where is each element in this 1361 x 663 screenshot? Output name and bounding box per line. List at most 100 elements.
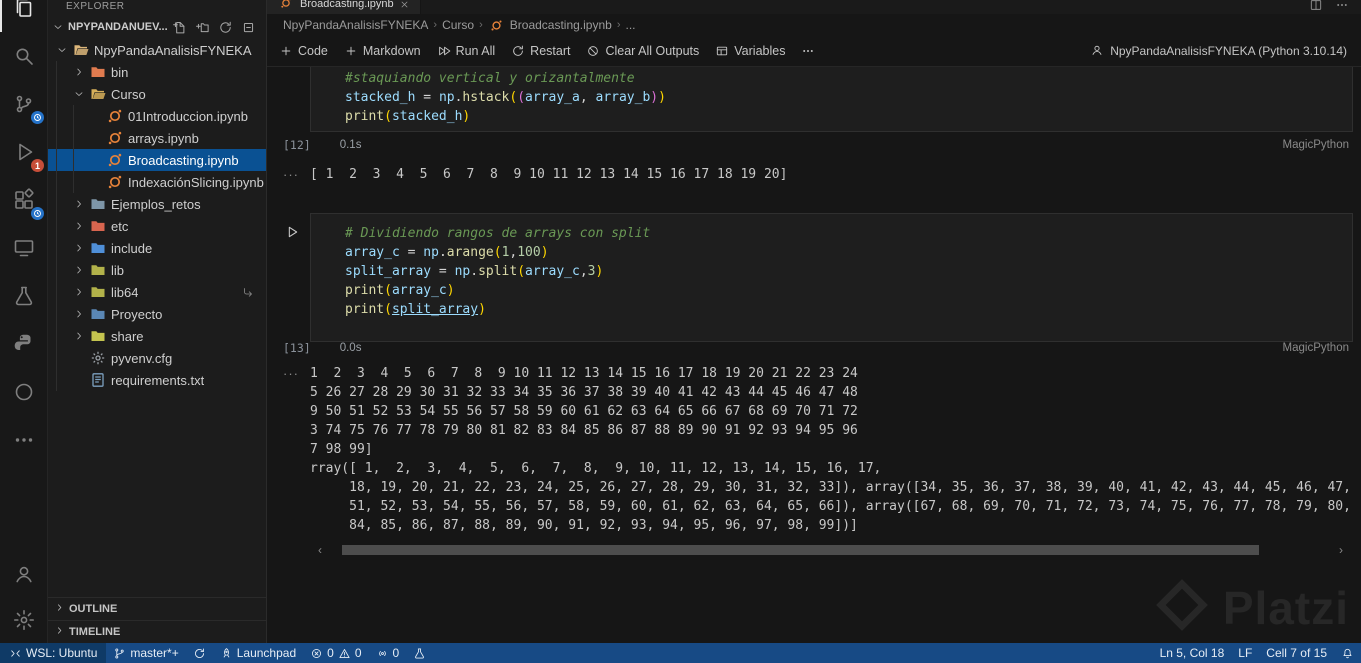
run-all-label: Run All (455, 44, 496, 58)
remote-indicator-label: WSL: Ubuntu (26, 646, 98, 660)
breadcrumb-npypandaanalisisfyneka[interactable]: NpyPandaAnalisisFYNEKA (283, 18, 428, 32)
activitybar-accounts[interactable] (0, 551, 47, 597)
tree-item-indexaci-nslicing-ipynb[interactable]: IndexaciónSlicing.ipynb (48, 171, 266, 193)
close-icon[interactable] (399, 0, 410, 10)
timeline-panel-header[interactable]: TIMELINE (48, 620, 266, 643)
statusbar-problems[interactable]: 00 (303, 643, 368, 663)
cell-language[interactable]: MagicPython (1283, 139, 1349, 151)
code-line: print(array_c) (345, 283, 455, 298)
tree-item-bin[interactable]: bin (48, 61, 266, 83)
activitybar-more-views[interactable] (0, 416, 47, 464)
split-editor-icon[interactable] (1309, 0, 1323, 12)
tree-item-ejemplos-retos[interactable]: Ejemplos_retos (48, 193, 266, 215)
tree-item-requirements-txt[interactable]: requirements.txt (48, 369, 266, 391)
activity-bar: 1 (0, 0, 48, 643)
output-menu-icon[interactable]: ··· (283, 364, 310, 383)
code-cell-editor[interactable]: #staquiando vertical y orizantalmente sta… (310, 67, 1353, 132)
activitybar-source-control[interactable] (0, 80, 47, 128)
chev-right-icon (54, 625, 65, 636)
activitybar-remote-explorer[interactable] (0, 224, 47, 272)
new-folder-icon[interactable] (195, 20, 210, 35)
chevron-right-icon (73, 198, 89, 210)
statusbar-sync-changes[interactable] (186, 643, 213, 663)
statusbar-remote-indicator[interactable]: WSL: Ubuntu (0, 643, 107, 663)
statusbar-cursor-position[interactable]: Ln 5, Col 18 (1153, 643, 1232, 663)
breadcrumb-curso[interactable]: Curso (442, 18, 474, 32)
tree-item-arrays-ipynb[interactable]: arrays.ipynb (48, 127, 266, 149)
run-icon (284, 224, 300, 240)
indent-guide (73, 105, 90, 127)
statusbar-testing-status[interactable] (406, 643, 433, 663)
activitybar-explorer[interactable] (0, 0, 47, 32)
scrollbar-track[interactable] (326, 544, 1335, 556)
add-markdown-cell-button[interactable]: Markdown (344, 44, 421, 58)
tab-broadcasting-ipynb[interactable]: Broadcasting.ipynb (267, 0, 421, 14)
scroll-left-arrow[interactable]: ‹ (314, 544, 326, 556)
tree-item-broadcasting-ipynb[interactable]: Broadcasting.ipynb (48, 149, 266, 171)
activitybar-testing[interactable] (0, 272, 47, 320)
tree-item-pyvenv-cfg[interactable]: pyvenv.cfg (48, 347, 266, 369)
problems-label: 0 (327, 646, 334, 660)
activitybar-extensions[interactable] (0, 176, 47, 224)
folder-icon (89, 240, 107, 256)
tab-bar: Broadcasting.ipynb (267, 0, 1361, 14)
tree-item-label: Broadcasting.ipynb (128, 152, 239, 168)
tree-item-include[interactable]: include (48, 237, 266, 259)
tree-item-proyecto[interactable]: Proyecto (48, 303, 266, 325)
outline-panel-header[interactable]: OUTLINE (48, 598, 266, 620)
activitybar-run-and-debug[interactable]: 1 (0, 128, 47, 176)
add-code-cell-button[interactable]: Code (279, 44, 328, 58)
restart-kernel-button[interactable]: Restart (511, 44, 570, 58)
clear-all-icon (586, 44, 600, 58)
tree-item-lib64[interactable]: lib64 (48, 281, 266, 303)
workspace-section-header[interactable]: NPYPANDANUEV... (48, 15, 266, 39)
tree-item-share[interactable]: share (48, 325, 266, 347)
variables-label: Variables (734, 44, 786, 58)
tree-item-lib[interactable]: lib (48, 259, 266, 281)
add-icon (279, 44, 293, 58)
kernel-picker[interactable]: NpyPandaAnalisisFYNEKA (Python 3.10.14) (1090, 43, 1347, 60)
activitybar-search[interactable] (0, 32, 47, 80)
output-menu-icon[interactable]: ··· (283, 165, 310, 184)
new-file-icon[interactable] (172, 20, 187, 35)
statusbar-git-branch[interactable]: master*+ (106, 643, 185, 663)
code-cell-editor[interactable]: # Dividiendo rangos de arrays con split a… (310, 213, 1353, 342)
statusbar-launchpad[interactable]: Launchpad (213, 643, 303, 663)
tree-item-curso[interactable]: Curso (48, 83, 266, 105)
warning-icon (338, 647, 351, 660)
statusbar-notifications[interactable] (1334, 643, 1361, 663)
breadcrumb-label: ... (625, 18, 636, 32)
cell-language[interactable]: MagicPython (1283, 342, 1349, 354)
clear-all-outputs-label: Clear All Outputs (605, 44, 700, 58)
tree-item-npypandaanalisisfyneka[interactable]: NpyPandaAnalisisFYNEKA (48, 39, 266, 61)
activitybar-manage[interactable] (0, 597, 47, 643)
tree-item-01introduccion-ipynb[interactable]: 01Introduccion.ipynb (48, 105, 266, 127)
indent-guide (73, 171, 90, 193)
platzi-logo-icon (1155, 578, 1209, 637)
notebook: #staquiando vertical y orizantalmente sta… (267, 67, 1361, 643)
run-cell-button[interactable] (283, 223, 301, 241)
statusbar-cell-indicator[interactable]: Cell 7 of 15 (1259, 643, 1334, 663)
scroll-right-arrow[interactable]: › (1335, 544, 1347, 556)
breadcrumb-broadcasting-ipynb[interactable]: Broadcasting.ipynb (488, 18, 612, 32)
variables-button[interactable]: Variables (715, 44, 785, 58)
activitybar-python[interactable] (0, 320, 47, 368)
more-toolbar-actions-button[interactable] (801, 44, 815, 58)
tree-item-label: requirements.txt (111, 372, 205, 388)
statusbar-ports[interactable]: 0 (369, 643, 407, 663)
more-editor-actions-icon[interactable] (1335, 0, 1349, 12)
statusbar-eol-indicator[interactable]: LF (1231, 643, 1259, 663)
breadcrumb-label: NpyPandaAnalisisFYNEKA (283, 18, 429, 32)
clear-all-outputs-button[interactable]: Clear All Outputs (586, 44, 699, 58)
horizontal-scrollbar[interactable]: ‹ › (314, 544, 1347, 556)
run-all-button[interactable]: Run All (437, 44, 496, 58)
scrollbar-thumb[interactable] (342, 545, 1259, 555)
refresh-explorer-icon[interactable] (218, 20, 233, 35)
indent-guide (56, 215, 73, 237)
tree-item-etc[interactable]: etc (48, 215, 266, 237)
activitybar-jupyter[interactable] (0, 368, 47, 416)
collapse-folders-icon[interactable] (241, 20, 256, 35)
indent-guide (56, 281, 73, 303)
breadcrumb-[interactable]: ... (626, 18, 636, 32)
indent-guide (56, 105, 73, 127)
